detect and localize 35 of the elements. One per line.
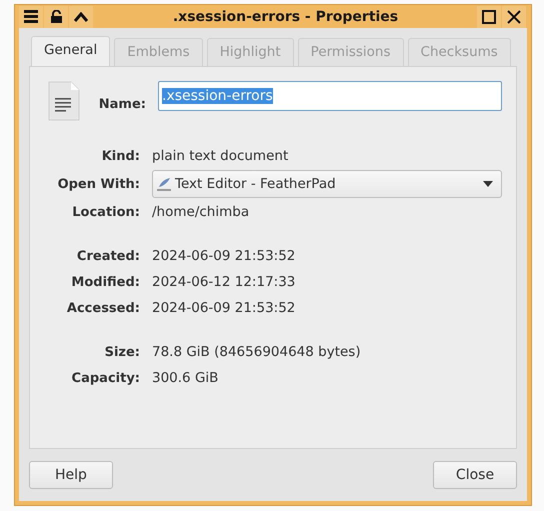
property-label: Open With: bbox=[56, 176, 140, 192]
tab[interactable]: Checksums bbox=[408, 38, 511, 66]
field-label: Name: bbox=[98, 97, 146, 112]
property-value: plain text document bbox=[152, 148, 288, 164]
property-label: Location: bbox=[71, 204, 140, 220]
tab[interactable]: Permissions bbox=[298, 38, 404, 66]
property-label: Kind: bbox=[100, 148, 140, 164]
maximize-icon[interactable] bbox=[477, 6, 501, 28]
tab[interactable]: General bbox=[31, 36, 110, 66]
property-value: 2024-06-12 12:17:33 bbox=[152, 274, 296, 290]
property-value: 2024-06-09 21:53:52 bbox=[152, 248, 296, 264]
property-value: 78.8 GiB (84656904648 bytes) bbox=[152, 344, 361, 360]
selected-text: .xsession-errors bbox=[162, 88, 273, 104]
text-file-icon bbox=[48, 81, 80, 121]
property-label: Size: bbox=[104, 344, 140, 360]
tab[interactable]: Highlight bbox=[206, 38, 294, 66]
tab[interactable]: Emblems bbox=[114, 38, 203, 66]
open-with-dropdown[interactable]: Text Editor - FeatherPad bbox=[152, 170, 502, 198]
caret-down-icon bbox=[483, 181, 493, 187]
close-button[interactable]: Close bbox=[433, 461, 517, 489]
property-value: /home/chimba bbox=[152, 204, 250, 220]
close-icon[interactable] bbox=[502, 6, 526, 28]
menu-icon[interactable] bbox=[19, 6, 43, 28]
property-value: 300.6 GiB bbox=[152, 370, 218, 386]
caret-up-icon[interactable] bbox=[69, 6, 93, 28]
unlock-icon[interactable] bbox=[44, 6, 68, 28]
feather-icon bbox=[156, 177, 172, 191]
help-button[interactable]: Help bbox=[29, 461, 113, 489]
name-field[interactable]: .xsession-errors bbox=[158, 81, 502, 111]
property-label: Capacity: bbox=[70, 370, 140, 386]
property-label: Created: bbox=[76, 248, 140, 264]
window-title: .xsession-errors - Properties bbox=[172, 8, 400, 24]
property-label: Accessed: bbox=[66, 300, 140, 316]
property-label: Modified: bbox=[70, 274, 140, 290]
property-value: 2024-06-09 21:53:52 bbox=[152, 300, 296, 316]
